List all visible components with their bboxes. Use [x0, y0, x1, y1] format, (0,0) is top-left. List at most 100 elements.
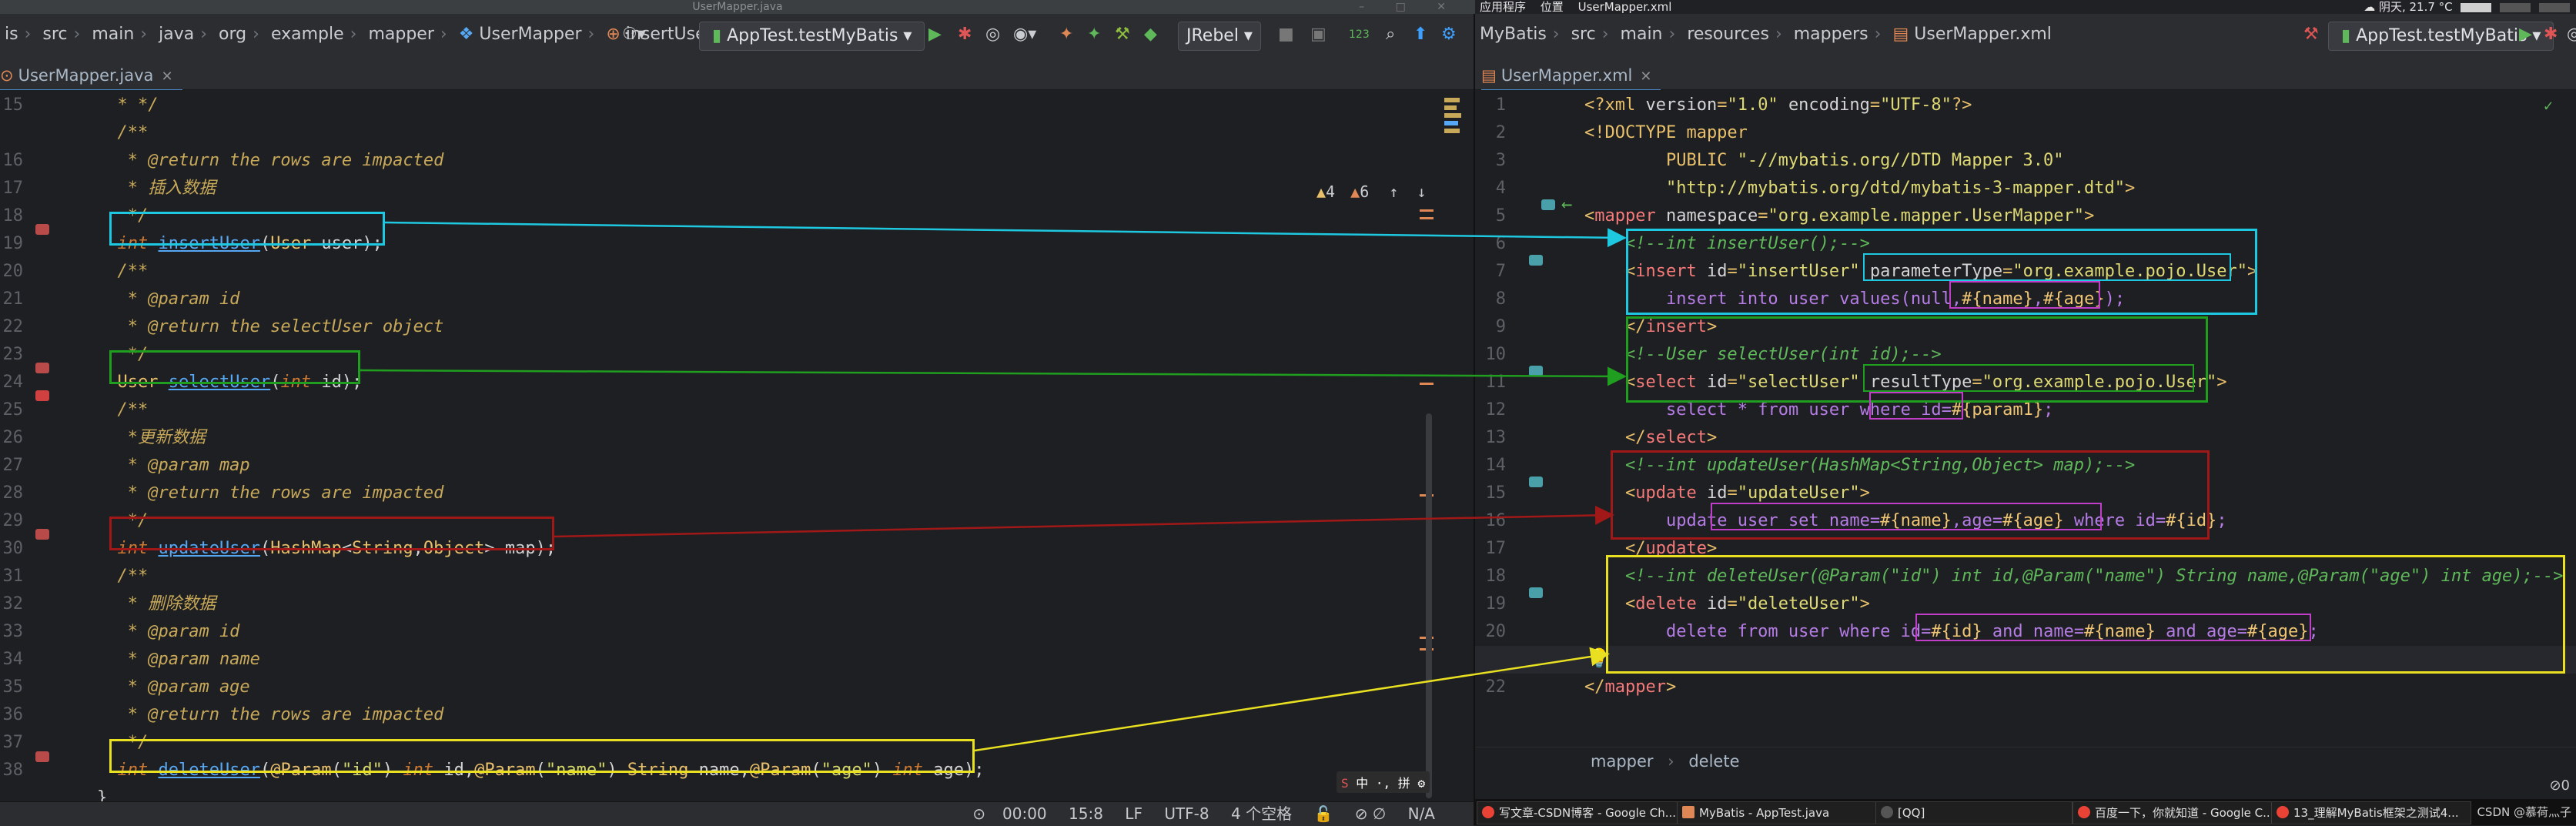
jrebel-icon[interactable]: ◆: [1144, 23, 1157, 46]
taskbar-item[interactable]: 写文章-CSDN博客 - Google Ch...: [1477, 801, 1683, 824]
code-line[interactable]: <update id="updateUser">: [1584, 480, 1870, 507]
code-line[interactable]: */: [97, 341, 149, 369]
code-line[interactable]: /**: [97, 258, 148, 286]
xml-editor[interactable]: 1 <?xml version="1.0" encoding="UTF-8"?> 2…: [1475, 90, 2576, 747]
coverage-icon[interactable]: ◎: [985, 23, 1000, 46]
breadcrumb-item[interactable]: delete: [1688, 752, 1739, 771]
caret-position[interactable]: 15:8: [1069, 804, 1103, 823]
breadcrumb-item[interactable]: is: [5, 25, 18, 44]
taskbar-item[interactable]: MyBatis - AppTest.java: [1677, 801, 1883, 824]
breadcrumb-item[interactable]: resources: [1687, 25, 1769, 44]
mapper-navigate-icon[interactable]: [1541, 199, 1555, 210]
vcs-user-icon[interactable]: ⚇▾: [622, 23, 646, 46]
breadcrumb-item[interactable]: mappers: [1794, 25, 1868, 44]
code-line[interactable]: *更新数据: [97, 424, 206, 452]
code-line[interactable]: </insert>: [1584, 313, 1717, 341]
ime-widget[interactable]: S 中 ·, 拼 ⚙: [1337, 771, 1430, 793]
statement-navigate-icon[interactable]: [1529, 366, 1543, 376]
stop-icon[interactable]: ■: [1278, 23, 1294, 46]
code-line[interactable]: * @param name: [97, 646, 260, 674]
code-line[interactable]: <!DOCTYPE mapper: [1584, 119, 1748, 147]
profile-icon[interactable]: ◉▾: [1013, 23, 1036, 46]
apps-menu[interactable]: 应用程序: [1480, 0, 1526, 14]
breadcrumb-item[interactable]: org: [219, 25, 246, 44]
next-highlight-icon[interactable]: ↓: [1417, 182, 1426, 201]
search-icon[interactable]: ⌕: [1386, 23, 1395, 46]
code-line[interactable]: insert into user values(null,#{name},#{a…: [1584, 286, 2125, 313]
code-line[interactable]: <select id="selectUser" resultType="org.…: [1584, 369, 2227, 396]
code-line[interactable]: select * from user where id=#{param1};: [1584, 396, 2053, 424]
taskbar-item[interactable]: 13_理解MyBatis框架之测试4...: [2271, 801, 2471, 824]
inspection-ok-icon[interactable]: ✓: [2544, 96, 2553, 115]
mapper-navigate-icon[interactable]: [35, 751, 49, 762]
code-line[interactable]: <!--int deleteUser(@Param("id") int id,@…: [1584, 563, 2564, 590]
code-line[interactable]: <insert id="insertUser" parameterType="o…: [1584, 258, 2257, 286]
run-icon[interactable]: ▶: [2519, 23, 2532, 46]
code-line[interactable]: * */: [97, 92, 158, 119]
code-line[interactable]: int insertUser(User user);: [97, 230, 383, 258]
error-stripe-mark[interactable]: [1420, 209, 1434, 212]
statement-navigate-icon[interactable]: [1529, 587, 1543, 598]
build-icon[interactable]: ⚒: [1115, 23, 1130, 46]
bookmark-icon[interactable]: [35, 390, 49, 401]
window-controls[interactable]: – □ ✕: [1359, 0, 1460, 14]
tab-usermapper-java[interactable]: ⊙ UserMapper.java ✕: [0, 62, 182, 92]
code-line[interactable]: int updateUser(HashMap<String,Object> ma…: [97, 535, 557, 563]
breadcrumb-item[interactable]: main: [1621, 25, 1663, 44]
debug-icon[interactable]: ✱: [958, 23, 972, 46]
settings-icon[interactable]: ⚙: [1441, 23, 1457, 46]
update-icon[interactable]: ⬆: [1413, 23, 1427, 46]
close-icon[interactable]: ✕: [161, 69, 172, 85]
jrebel-run-icon[interactable]: ✦: [1059, 23, 1073, 46]
code-line[interactable]: delete from user where id=#{id} and name…: [1584, 618, 2319, 646]
code-line[interactable]: update user set name=#{name},age=#{age} …: [1584, 507, 2227, 535]
code-line[interactable]: </select>: [1584, 424, 1717, 452]
window-icon[interactable]: ▣: [1310, 23, 1326, 46]
code-line[interactable]: */: [97, 729, 149, 757]
line-separator[interactable]: LF: [1125, 804, 1142, 823]
code-line[interactable]: /**: [97, 396, 148, 424]
error-stripe-mark[interactable]: [1420, 217, 1434, 219]
code-line[interactable]: </mapper>: [1584, 674, 1676, 701]
breadcrumb-item[interactable]: main: [92, 25, 134, 44]
statement-navigate-icon[interactable]: [1529, 477, 1543, 487]
coverage-icon[interactable]: ◎: [2567, 23, 2576, 46]
indent-setting[interactable]: 4 个空格: [1231, 804, 1292, 823]
tab-usermapper-xml[interactable]: ▤ UserMapper.xml ✕: [1481, 62, 1661, 92]
inspect-icon[interactable]: ⊘ ∅: [1355, 804, 1387, 823]
code-line[interactable]: int deleteUser(@Param("id") int id,@Para…: [97, 757, 985, 784]
code-line[interactable]: * @return the rows are impacted: [97, 147, 444, 175]
mapper-navigate-icon[interactable]: [35, 363, 49, 373]
jrebel-select[interactable]: JRebel ▾: [1178, 22, 1261, 51]
jrebel-debug-icon[interactable]: ✦: [1087, 23, 1101, 46]
file-encoding[interactable]: UTF-8: [1164, 804, 1209, 823]
close-icon[interactable]: ✕: [1640, 69, 1651, 85]
code-line[interactable]: * @param id: [97, 618, 240, 646]
statement-navigate-icon[interactable]: [1529, 255, 1543, 266]
debug-icon[interactable]: ✱: [2544, 23, 2558, 46]
run-icon[interactable]: ▶: [928, 23, 942, 46]
mapper-navigate-icon[interactable]: [35, 224, 49, 235]
lock-icon[interactable]: 🔓: [1313, 804, 1333, 823]
code-line[interactable]: <!--int updateUser(HashMap<String,Object…: [1584, 452, 2135, 480]
code-line[interactable]: /**: [97, 563, 148, 590]
code-line[interactable]: * 删除数据: [97, 590, 216, 618]
breadcrumb-item[interactable]: UserMapper: [479, 25, 581, 44]
code-line[interactable]: */: [97, 507, 149, 535]
code-line[interactable]: <!--int insertUser();-->: [1584, 230, 1870, 258]
code-line[interactable]: * @param map: [97, 452, 250, 480]
code-line[interactable]: * @return the rows are impacted: [97, 480, 444, 507]
code-line[interactable]: "http://mybatis.org/dtd/mybatis-3-mapper…: [1584, 175, 2135, 202]
breadcrumb-item[interactable]: mapper: [1591, 752, 1654, 771]
breadcrumb-item[interactable]: MyBatis: [1480, 25, 1547, 44]
code-line[interactable]: * @param id: [97, 286, 240, 313]
inspection-widget[interactable]: ▲4 ▲6 ↑ ↓: [1316, 182, 1426, 201]
code-line[interactable]: <delete id="deleteUser">: [1584, 590, 1870, 618]
taskbar-item[interactable]: 百度一下，你就知道 - Google C...: [2073, 801, 2288, 824]
code-line[interactable]: <mapper namespace="org.example.mapper.Us…: [1584, 202, 2094, 230]
code-line[interactable]: */: [97, 202, 149, 230]
java-editor[interactable]: ▲4 ▲6 ↑ ↓ 15 * */ /** 16 * @return the ro…: [0, 90, 1474, 801]
breadcrumb-item[interactable]: java: [159, 25, 194, 44]
code-line[interactable]: <?xml version="1.0" encoding="UTF-8"?>: [1584, 92, 1972, 119]
build-hammer-icon[interactable]: ⚒: [2303, 23, 2319, 46]
